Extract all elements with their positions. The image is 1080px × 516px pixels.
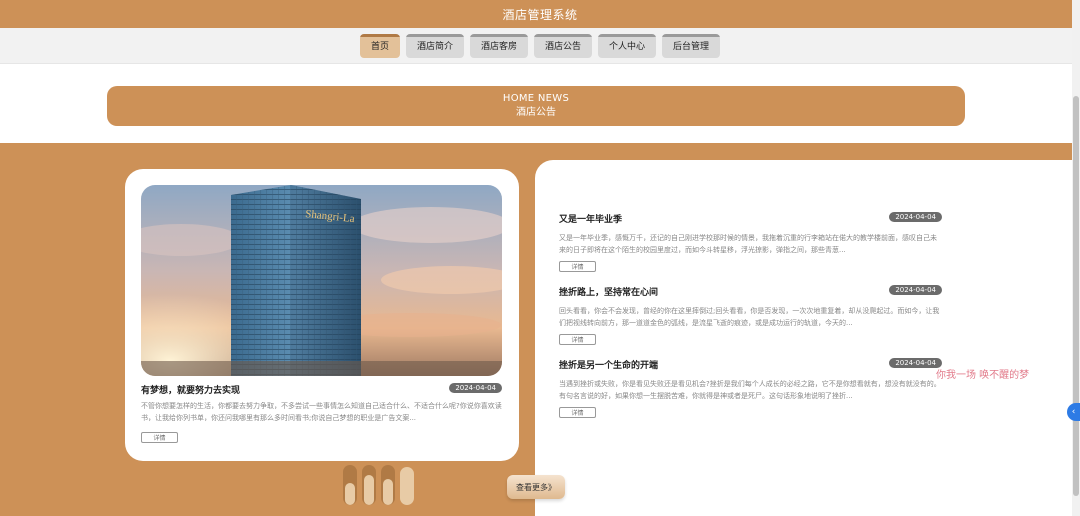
featured-news-title: 有梦想，就要努力去实现 xyxy=(141,386,241,396)
news-date: 2024-04-04 xyxy=(889,358,942,368)
top-bar: 酒店管理系统 xyxy=(0,0,1080,28)
featured-news-summary: 不管你想要怎样的生活，你都要去努力争取，不多尝试一些事情怎么知道自己适合什么、不… xyxy=(141,402,502,422)
news-item[interactable]: 又是一年毕业季 2024-04-04 又是一年毕业季，感慨万千，还记的自己刚进学… xyxy=(559,212,942,272)
news-summary: 又是一年毕业季，感慨万千，还记的自己刚进学校那时候的情景，我拖着沉重的行李箱站在… xyxy=(559,234,937,254)
featured-news-detail-button[interactable]: 详情 xyxy=(141,432,178,443)
nav-item-admin[interactable]: 后台管理 xyxy=(662,33,721,58)
news-detail-button[interactable]: 详情 xyxy=(559,407,596,418)
news-summary: 当遇到挫折或失败，你是看见失败还是看见机会?挫折是我们每个人成长的必经之路，它不… xyxy=(559,380,941,400)
news-title: 挫折路上，坚持常在心间 xyxy=(559,288,659,298)
scrollbar-thumb[interactable] xyxy=(1073,96,1079,496)
featured-news-date: 2024-04-04 xyxy=(449,383,502,393)
section-header: HOME NEWS 酒店公告 xyxy=(107,86,965,126)
view-more-button[interactable]: 查看更多》 xyxy=(507,475,565,499)
news-title: 又是一年毕业季 xyxy=(559,215,623,225)
news-item[interactable]: 挫折是另一个生命的开端 2024-04-04 当遇到挫折或失败，你是看见失败还是… xyxy=(559,358,942,418)
hotel-image: Shangri-La xyxy=(141,185,502,376)
nav-item-hotel-intro[interactable]: 酒店简介 xyxy=(405,33,464,58)
news-summary: 回头看看，你会不会发现，曾经的你在这里摔倒过;回头看看，你是否发现，一次次地重复… xyxy=(559,307,940,327)
news-item[interactable]: 挫折路上，坚持常在心间 2024-04-04 回头看看，你会不会发现，曾经的你在… xyxy=(559,285,942,345)
nav-item-home[interactable]: 首页 xyxy=(359,33,400,58)
section-title-cn: 酒店公告 xyxy=(516,107,556,118)
news-date: 2024-04-04 xyxy=(889,212,942,222)
news-detail-button[interactable]: 详情 xyxy=(559,334,596,345)
news-date: 2024-04-04 xyxy=(889,285,942,295)
section-title-en: HOME NEWS xyxy=(502,93,570,104)
side-panel-toggle-icon[interactable]: ‹ xyxy=(1067,403,1080,421)
page-scrollbar[interactable] xyxy=(1072,0,1080,516)
app-title: 酒店管理系统 xyxy=(502,7,578,22)
news-detail-button[interactable]: 详情 xyxy=(559,261,596,272)
floating-lyric-text: 你我一场 唤不醒的梦 xyxy=(936,370,1030,381)
decorative-bars xyxy=(343,465,414,505)
nav-item-hotel-notices[interactable]: 酒店公告 xyxy=(534,33,593,58)
nav-item-hotel-rooms[interactable]: 酒店客房 xyxy=(469,33,528,58)
main-nav: 首页 酒店简介 酒店客房 酒店公告 个人中心 后台管理 xyxy=(0,28,1080,64)
nav-item-personal-center[interactable]: 个人中心 xyxy=(598,33,657,58)
news-list-panel: 又是一年毕业季 2024-04-04 又是一年毕业季，感慨万千，还记的自己刚进学… xyxy=(535,160,1080,516)
news-title: 挫折是另一个生命的开端 xyxy=(559,361,659,371)
featured-news-card[interactable]: Shangri-La 有梦想，就要努力去实现 2024-04-04 不管你想要怎… xyxy=(125,169,519,461)
